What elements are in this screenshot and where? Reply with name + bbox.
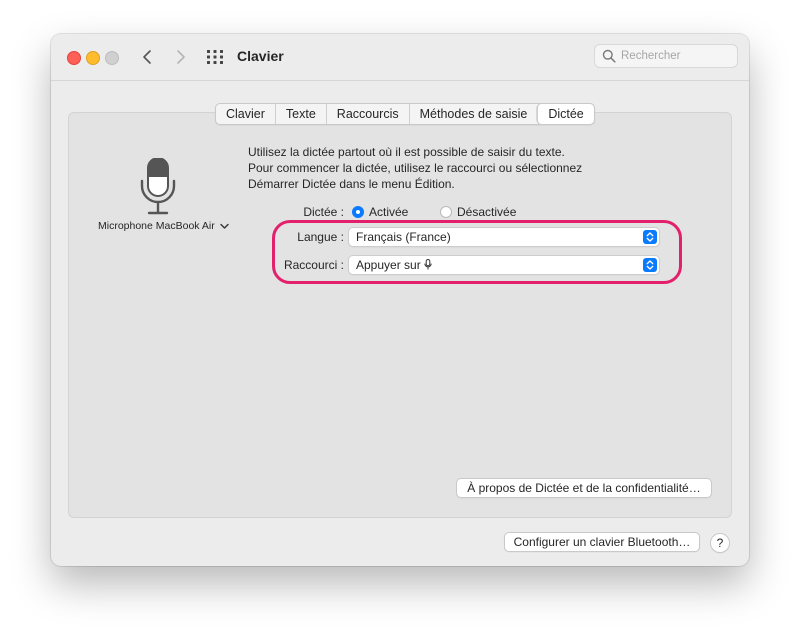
language-label: Langue : [297,230,344,244]
description-line-2: Pour commencer la dictée, utilisez le ra… [248,161,583,175]
preferences-window: Clavier Clavier Texte Raccourcis Méthode… [51,34,749,566]
radio-off[interactable] [440,206,452,218]
close-button[interactable] [67,51,81,65]
tab-dictee[interactable]: Dictée [537,104,594,124]
grid-icon [207,50,223,64]
title-bar: Clavier [51,34,749,81]
description-line-3: Démarrer Dictée dans le menu Édition. [248,177,455,191]
microphone-key-icon [424,259,432,270]
back-button[interactable] [137,46,159,68]
dictation-on-option[interactable]: Activée [352,205,408,219]
show-all-button[interactable] [206,49,224,65]
chevron-right-icon [177,50,185,64]
window-title: Clavier [237,48,284,64]
search-icon [602,49,616,63]
microphone-icon [140,158,176,215]
language-select[interactable]: Français (France) [348,227,660,247]
shortcut-select[interactable]: Appuyer sur [348,255,660,275]
shortcut-label: Raccourci : [283,258,344,272]
dictation-description: Utilisez la dictée partout où il est pos… [248,144,628,192]
description-line-1: Utilisez la dictée partout où il est pos… [248,145,565,159]
tab-methodes-de-saisie[interactable]: Méthodes de saisie [408,104,538,124]
chevron-left-icon [143,50,151,64]
tab-texte[interactable]: Texte [274,104,326,124]
language-value: Français (France) [356,230,451,244]
updown-arrows-icon [643,230,657,244]
microphone-source-select[interactable]: Microphone MacBook Air [98,220,229,232]
configure-bluetooth-keyboard-button[interactable]: Configurer un clavier Bluetooth… [504,532,700,552]
updown-arrows-icon [643,258,657,272]
about-dictation-privacy-button[interactable]: À propos de Dictée et de la confidential… [456,478,712,498]
tab-clavier[interactable]: Clavier [216,104,275,124]
forward-button[interactable] [169,46,191,68]
chevron-down-icon [219,223,229,229]
tab-bar: Clavier Texte Raccourcis Méthodes de sai… [215,103,595,125]
dictation-label: Dictée : [303,205,344,219]
shortcut-value: Appuyer sur [356,258,421,272]
dictation-off-label: Désactivée [457,205,517,219]
tab-raccourcis[interactable]: Raccourcis [325,104,409,124]
dictation-off-option[interactable]: Désactivée [440,205,516,219]
minimize-button[interactable] [86,51,100,65]
dictation-on-label: Activée [369,205,409,219]
help-button[interactable]: ? [710,533,730,553]
search-input[interactable] [621,48,731,64]
search-field[interactable] [594,44,738,68]
radio-on[interactable] [352,206,364,218]
microphone-source-label: Microphone MacBook Air [98,220,215,232]
zoom-button[interactable] [105,51,119,65]
